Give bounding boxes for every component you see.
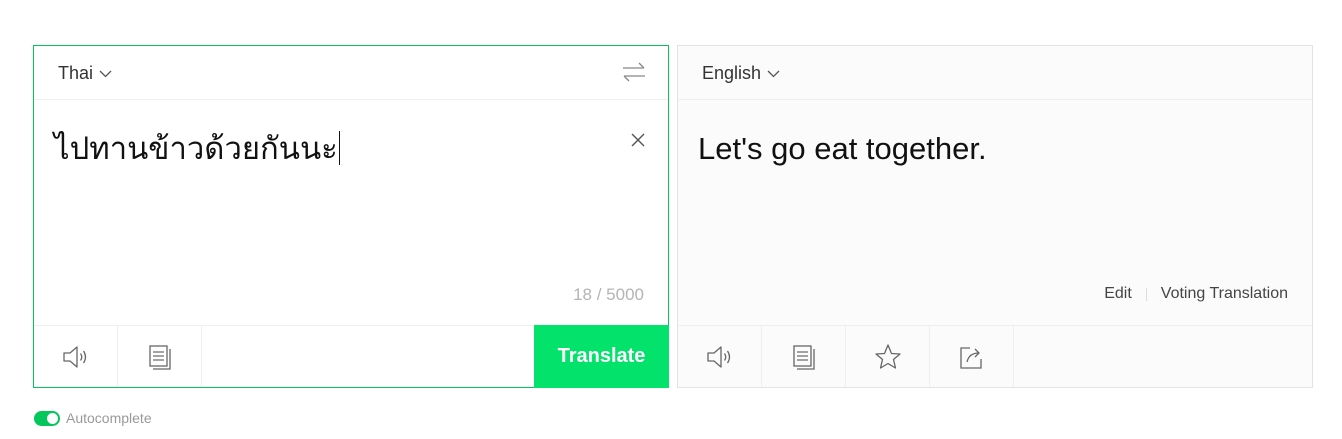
source-language-bar: Thai bbox=[34, 46, 668, 100]
source-language-select[interactable]: Thai bbox=[58, 63, 112, 84]
target-language-bar: English bbox=[678, 46, 1312, 100]
character-counter: 18 / 5000 bbox=[573, 285, 644, 304]
edit-link[interactable]: Edit bbox=[1104, 285, 1132, 303]
result-actions: Edit Voting Translation bbox=[1104, 285, 1288, 303]
source-text: ไปทานข้าวด้วยกันนะ bbox=[54, 131, 338, 166]
share-button[interactable] bbox=[930, 326, 1014, 387]
source-panel: Thai ไปทานข้าวด้วยกันนะ 18 / 5000 Transl… bbox=[33, 45, 669, 388]
swap-languages-icon[interactable] bbox=[622, 61, 646, 83]
translate-button[interactable]: Translate bbox=[534, 325, 669, 388]
autocomplete-label: Autocomplete bbox=[66, 410, 152, 426]
speaker-icon bbox=[62, 345, 86, 368]
autocomplete-setting: Autocomplete bbox=[34, 410, 152, 426]
target-copy-button[interactable] bbox=[762, 326, 846, 387]
close-icon[interactable] bbox=[630, 132, 646, 148]
divider bbox=[1145, 287, 1147, 301]
text-caret bbox=[338, 131, 340, 165]
source-copy-button[interactable] bbox=[118, 326, 202, 387]
voting-translation-link[interactable]: Voting Translation bbox=[1161, 285, 1288, 303]
source-text-input[interactable]: ไปทานข้าวด้วยกันนะ bbox=[54, 130, 618, 168]
target-panel: English Let's go eat together. Edit Voti… bbox=[677, 45, 1313, 388]
chevron-down-icon bbox=[99, 70, 112, 78]
star-icon bbox=[874, 343, 901, 369]
speaker-icon bbox=[706, 345, 730, 368]
chevron-down-icon bbox=[767, 70, 780, 78]
source-language-label: Thai bbox=[58, 63, 94, 83]
copy-icon bbox=[148, 344, 171, 370]
copy-icon bbox=[792, 344, 815, 370]
source-listen-button[interactable] bbox=[34, 326, 118, 387]
share-icon bbox=[959, 346, 982, 369]
translation-result: Let's go eat together. bbox=[698, 131, 987, 166]
target-language-label: English bbox=[702, 63, 762, 83]
autocomplete-toggle[interactable] bbox=[34, 410, 60, 426]
target-listen-button[interactable] bbox=[678, 326, 762, 387]
target-toolbar bbox=[678, 325, 1312, 387]
target-language-select[interactable]: English bbox=[702, 63, 780, 84]
favorite-button[interactable] bbox=[846, 326, 930, 387]
toggle-knob bbox=[47, 412, 58, 424]
